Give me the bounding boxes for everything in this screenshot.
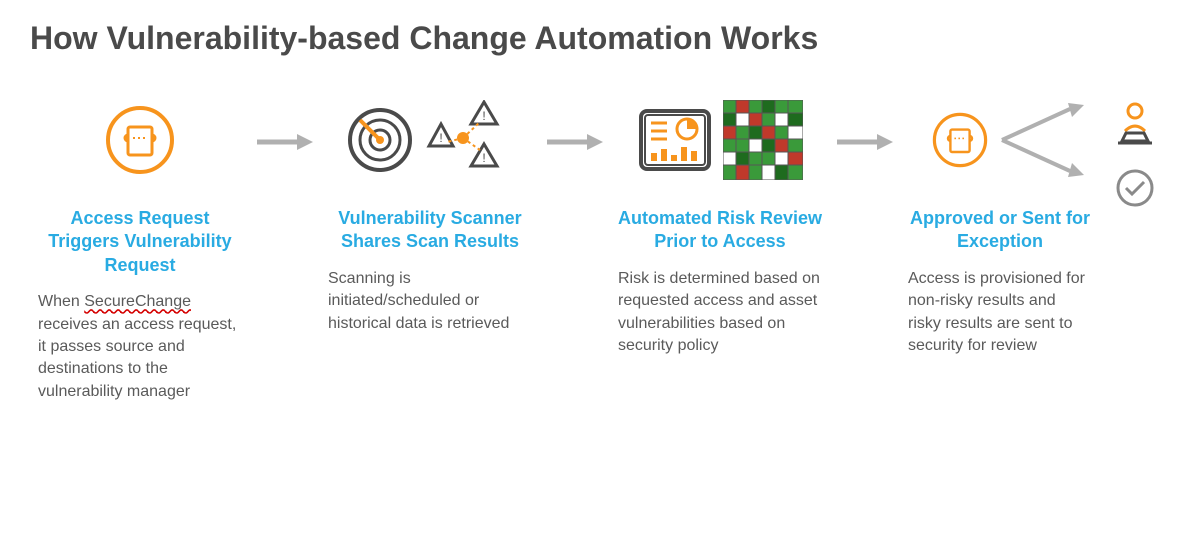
arrow-2	[540, 97, 610, 187]
person-laptop-icon	[1110, 101, 1160, 152]
step-3: Automated Risk Review Prior to Access Ri…	[610, 97, 830, 357]
arrow-1	[250, 97, 320, 187]
split-arrows-icon	[998, 95, 1088, 190]
checkmark-circle-icon	[1115, 168, 1155, 213]
ticket-small-icon	[932, 112, 988, 173]
radar-scanner-icon	[345, 105, 415, 180]
outcome-icons	[1110, 97, 1160, 217]
step-2-title: Vulnerability Scanner Shares Scan Result…	[320, 207, 540, 254]
ticket-icon	[105, 105, 175, 180]
report-dashboard-icon	[637, 107, 713, 178]
page-title: How Vulnerability-based Change Automatio…	[30, 20, 1149, 57]
step-4-title: Approved or Sent for Exception	[900, 207, 1100, 254]
alert-network-icon: ! ! !	[425, 100, 515, 185]
step-3-title: Automated Risk Review Prior to Access	[610, 207, 830, 254]
step-3-body: Risk is determined based on requested ac…	[610, 268, 830, 358]
step-1-body: When SecureChange receives an access req…	[30, 291, 250, 403]
svg-text:!: !	[482, 151, 485, 165]
step-1-title: Access Request Triggers Vulnerability Re…	[30, 207, 250, 277]
step-4-body: Access is provisioned for non-risky resu…	[900, 268, 1100, 358]
arrow-3	[830, 97, 900, 187]
svg-text:!: !	[439, 131, 442, 145]
svg-text:!: !	[482, 109, 485, 123]
step-1: Access Request Triggers Vulnerability Re…	[30, 97, 250, 403]
step-2: ! ! ! Vulnerability Scanner Shares Scan …	[320, 97, 540, 335]
process-flow: Access Request Triggers Vulnerability Re…	[30, 97, 1149, 403]
step-4: Approved or Sent for Exception Access is…	[900, 97, 1100, 357]
step-2-body: Scanning is initiated/scheduled or histo…	[320, 268, 540, 335]
heatmap-grid-icon	[723, 100, 803, 185]
